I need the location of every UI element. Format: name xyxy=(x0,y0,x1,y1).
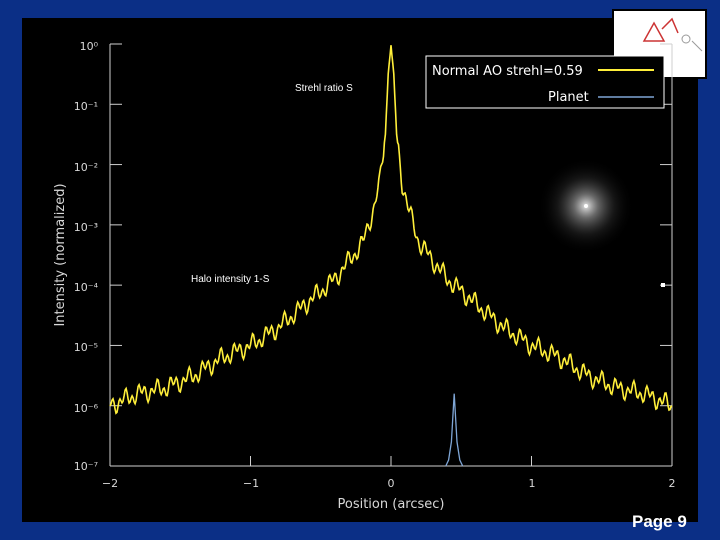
y-tick-label: 10⁻³ xyxy=(74,221,98,234)
y-tick-label: 10⁻⁵ xyxy=(74,341,98,354)
legend: Normal AO strehl=0.59 Planet xyxy=(425,55,665,109)
x-tick-label: 2 xyxy=(669,477,676,490)
y-axis-title: Intensity (normalized) xyxy=(53,183,68,326)
psf-core-dot xyxy=(584,204,588,208)
y-tick-label: 10⁻¹ xyxy=(74,100,98,113)
legend-label-ao: Normal AO strehl=0.59 xyxy=(432,64,583,79)
legend-label-planet: Planet xyxy=(548,90,589,105)
planet-marker-dot xyxy=(661,283,665,287)
y-tick-label: 10⁻⁷ xyxy=(74,460,98,473)
y-tick-label: 10⁰ xyxy=(80,40,99,53)
x-tick-label: 0 xyxy=(388,477,395,490)
y-tick-label: 10⁻⁶ xyxy=(74,402,99,415)
y-tick-label: 10⁻² xyxy=(74,161,98,174)
annotation-strehl: Strehl ratio S xyxy=(295,83,353,94)
intensity-chart: −2 −1 0 1 2 10⁰ 10⁻¹ 10⁻² 10⁻³ 10⁻⁴ 10⁻⁵… xyxy=(53,40,676,512)
x-tick-label: −2 xyxy=(102,477,118,490)
page-number: Page 9 xyxy=(632,512,687,531)
annotation-halo: Halo intensity 1-S xyxy=(191,274,270,285)
x-axis-title: Position (arcsec) xyxy=(338,497,445,512)
y-tick-label: 10⁻⁴ xyxy=(74,281,99,294)
series-planet-line xyxy=(445,393,464,467)
x-tick-label: 1 xyxy=(529,477,536,490)
x-tick-label: −1 xyxy=(243,477,259,490)
